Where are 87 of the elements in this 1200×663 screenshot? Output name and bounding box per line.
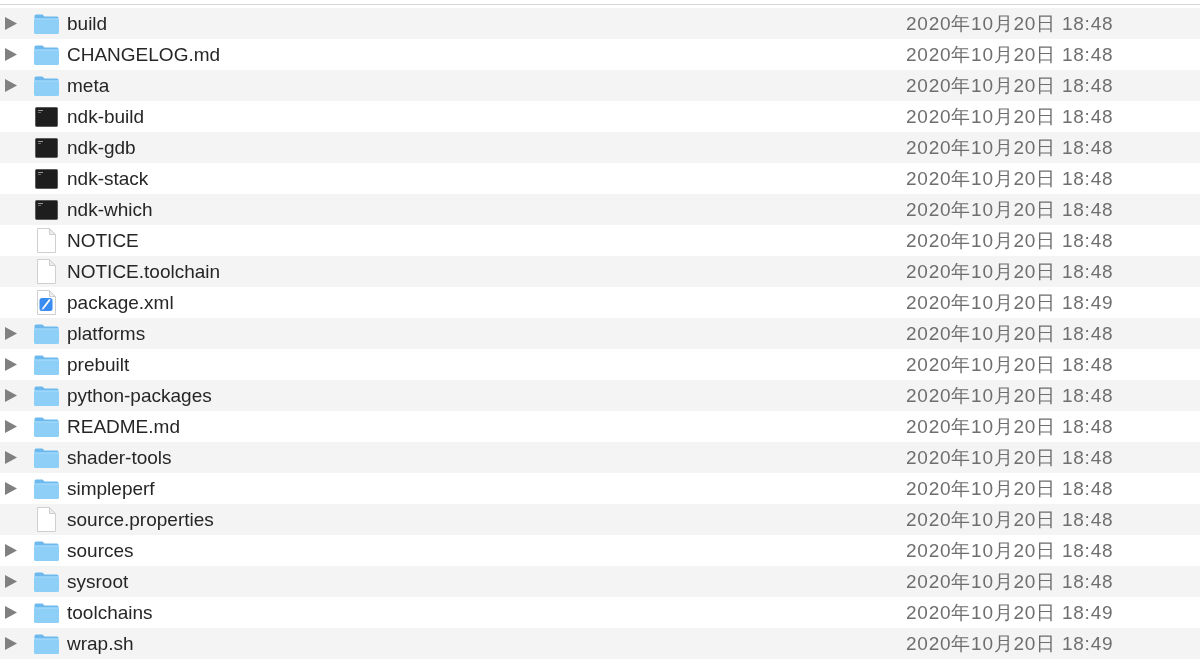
document-icon [36, 507, 56, 532]
modified-date: 2020年10月20日 18:48 [906, 138, 1114, 157]
file-name: NOTICE.toolchain [67, 262, 221, 281]
pen-document-icon [36, 290, 56, 315]
file-name: package.xml [67, 293, 174, 312]
folder-icon [33, 571, 59, 592]
modified-date: 2020年10月20日 18:49 [906, 634, 1114, 653]
file-name: ndk-gdb [67, 138, 136, 157]
disclosure-triangle-icon[interactable] [5, 389, 17, 402]
folder-icon [33, 323, 59, 344]
modified-date: 2020年10月20日 18:48 [906, 541, 1114, 560]
disclosure-triangle-icon[interactable] [5, 637, 17, 650]
file-name: simpleperf [67, 479, 155, 498]
modified-date: 2020年10月20日 18:49 [906, 603, 1114, 622]
file-row[interactable]: platforms 2020年10月20日 18:48 [0, 318, 1200, 349]
disclosure-triangle-icon[interactable] [5, 451, 17, 464]
modified-date: 2020年10月20日 18:48 [906, 324, 1114, 343]
document-icon [36, 228, 56, 253]
disclosure-triangle-icon[interactable] [5, 358, 17, 371]
file-row[interactable]: NOTICE.toolchain 2020年10月20日 18:48 [0, 256, 1200, 287]
modified-date: 2020年10月20日 18:49 [906, 293, 1114, 312]
disclosure-triangle-icon[interactable] [5, 48, 17, 61]
file-name: wrap.sh [67, 634, 134, 653]
modified-date: 2020年10月20日 18:48 [906, 169, 1114, 188]
terminal-icon [34, 106, 58, 127]
modified-date: 2020年10月20日 18:48 [906, 386, 1114, 405]
modified-date: 2020年10月20日 18:48 [906, 14, 1114, 33]
folder-icon [33, 75, 59, 96]
disclosure-triangle-icon[interactable] [5, 327, 17, 340]
folder-icon [33, 354, 59, 375]
file-name: sysroot [67, 572, 129, 591]
disclosure-triangle-icon[interactable] [5, 79, 17, 92]
disclosure-triangle-icon[interactable] [5, 575, 17, 588]
disclosure-triangle-icon[interactable] [5, 482, 17, 495]
file-row[interactable]: shader-tools 2020年10月20日 18:48 [0, 442, 1200, 473]
modified-date: 2020年10月20日 18:48 [906, 45, 1114, 64]
file-name: ndk-which [67, 200, 153, 219]
file-row[interactable]: meta 2020年10月20日 18:48 [0, 70, 1200, 101]
file-name: meta [67, 76, 110, 95]
modified-date: 2020年10月20日 18:48 [906, 572, 1114, 591]
modified-date: 2020年10月20日 18:48 [906, 107, 1114, 126]
modified-date: 2020年10月20日 18:48 [906, 76, 1114, 95]
modified-date: 2020年10月20日 18:48 [906, 355, 1114, 374]
folder-icon [33, 385, 59, 406]
modified-date: 2020年10月20日 18:48 [906, 200, 1114, 219]
terminal-icon [34, 137, 58, 158]
file-name: README.md [67, 417, 180, 436]
folder-icon [33, 540, 59, 561]
file-row[interactable]: python-packages 2020年10月20日 18:48 [0, 380, 1200, 411]
folder-icon [33, 44, 59, 65]
document-icon [36, 259, 56, 284]
modified-date: 2020年10月20日 18:48 [906, 262, 1114, 281]
terminal-icon [34, 168, 58, 189]
folder-icon [33, 447, 59, 468]
disclosure-triangle-icon[interactable] [5, 606, 17, 619]
file-row[interactable]: ndk-which 2020年10月20日 18:48 [0, 194, 1200, 225]
file-name: source.properties [67, 510, 214, 529]
folder-icon [33, 633, 59, 654]
file-row[interactable]: ndk-gdb 2020年10月20日 18:48 [0, 132, 1200, 163]
file-name: build [67, 14, 108, 33]
file-name: ndk-stack [67, 169, 149, 188]
folder-icon [33, 416, 59, 437]
terminal-icon [34, 199, 58, 220]
modified-date: 2020年10月20日 18:48 [906, 231, 1114, 250]
file-row[interactable]: build 2020年10月20日 18:48 [0, 8, 1200, 39]
disclosure-triangle-icon[interactable] [5, 420, 17, 433]
folder-icon [33, 602, 59, 623]
file-name: sources [67, 541, 134, 560]
file-name: toolchains [67, 603, 153, 622]
file-row[interactable]: source.properties 2020年10月20日 18:48 [0, 504, 1200, 535]
disclosure-triangle-icon[interactable] [5, 544, 17, 557]
file-name: CHANGELOG.md [67, 45, 221, 64]
disclosure-triangle-icon[interactable] [5, 17, 17, 30]
folder-icon [33, 478, 59, 499]
file-name: platforms [67, 324, 146, 343]
modified-date: 2020年10月20日 18:48 [906, 510, 1114, 529]
modified-date: 2020年10月20日 18:48 [906, 479, 1114, 498]
file-name: shader-tools [67, 448, 172, 467]
file-name: prebuilt [67, 355, 130, 374]
file-row[interactable]: sysroot 2020年10月20日 18:48 [0, 566, 1200, 597]
modified-date: 2020年10月20日 18:48 [906, 417, 1114, 436]
modified-date: 2020年10月20日 18:48 [906, 448, 1114, 467]
folder-icon [33, 13, 59, 34]
file-name: ndk-build [67, 107, 145, 126]
file-name: python-packages [67, 386, 212, 405]
file-row[interactable]: wrap.sh 2020年10月20日 18:49 [0, 628, 1200, 659]
file-name: NOTICE [67, 231, 139, 250]
